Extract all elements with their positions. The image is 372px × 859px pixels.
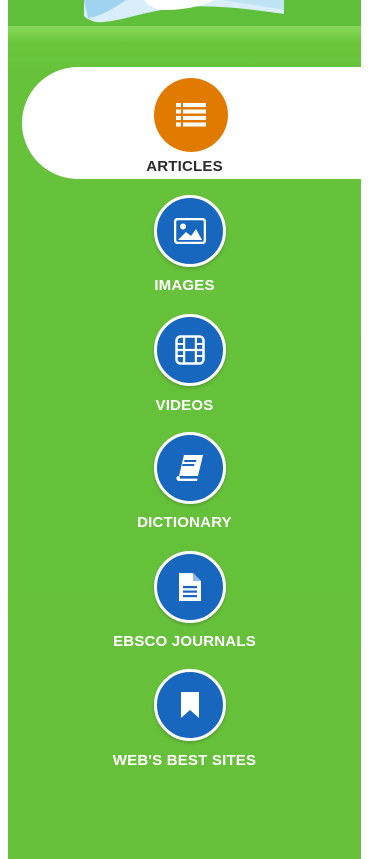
nav-label-videos: VIDEOS [155,397,214,414]
articles-button-circle[interactable] [154,78,228,152]
nav-item-articles[interactable]: ARTICLES [8,78,361,180]
nav-label-webs-best-sites: WEB'S BEST SITES [112,752,257,769]
nav-item-images[interactable]: IMAGES [8,195,361,297]
webs-best-sites-button-circle[interactable] [154,669,226,741]
images-button-circle[interactable] [154,195,226,267]
film-icon [175,335,205,365]
nav-item-videos[interactable]: VIDEOS [8,314,361,416]
list-icon [176,103,206,127]
image-icon [174,218,206,244]
panel-top-highlight [8,26,361,42]
nav-item-dictionary[interactable]: DICTIONARY [8,432,361,534]
banner-illustration [84,0,284,23]
nav-item-webs-best-sites[interactable]: WEB'S BEST SITES [8,669,361,771]
nav-item-ebsco-journals[interactable]: EBSCO JOURNALS [8,551,361,653]
nav-label-images: IMAGES [154,277,215,294]
bookmark-icon [181,692,199,718]
ebsco-journals-button-circle[interactable] [154,551,226,623]
nav-label-dictionary: DICTIONARY [137,514,232,531]
nav-label-ebsco-journals: EBSCO JOURNALS [113,633,256,650]
book-icon [176,455,203,481]
document-icon [179,573,201,601]
dictionary-button-circle[interactable] [154,432,226,504]
videos-button-circle[interactable] [154,314,226,386]
nav-label-articles: ARTICLES [146,158,223,175]
source-navigation-panel: ARTICLES IMAGES VIDEOS DICTIONARY EBSCO … [8,0,361,859]
